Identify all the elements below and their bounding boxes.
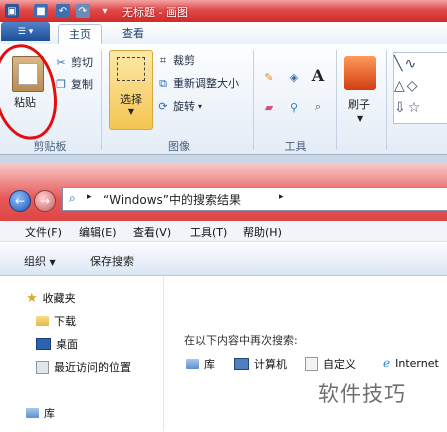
scissors-icon: ✂ bbox=[56, 56, 66, 69]
explorer-command-bar bbox=[0, 243, 447, 276]
tab-home[interactable]: 主页 bbox=[58, 24, 102, 45]
computer-icon bbox=[234, 358, 249, 370]
crop-button[interactable]: ⌗ 裁剪 bbox=[156, 52, 195, 70]
canvas-border bbox=[0, 155, 447, 163]
window-title: 无标题 - 画图 bbox=[122, 6, 188, 19]
tab-view[interactable]: 查看 bbox=[112, 24, 154, 43]
curve-shape-icon[interactable]: ∿ bbox=[404, 56, 418, 72]
separator bbox=[101, 50, 102, 150]
search-again-label: 在以下内容中再次搜索: bbox=[184, 334, 298, 347]
favorites-item-recent[interactable]: 最近访问的位置 bbox=[36, 359, 131, 375]
separator bbox=[336, 50, 337, 150]
brush-icon[interactable] bbox=[344, 56, 376, 90]
magnifier-icon[interactable]: ⌕ bbox=[311, 100, 325, 114]
downloads-folder-icon bbox=[36, 316, 49, 326]
arrow-shape-icon[interactable]: ⇩ bbox=[394, 100, 408, 116]
resize-icon: ⧉ bbox=[159, 77, 167, 90]
favorites-item-desktop[interactable]: 桌面 bbox=[36, 336, 78, 352]
resize-button[interactable]: ⧉ 重新调整大小 bbox=[156, 75, 239, 93]
copy-button[interactable]: ❐ 复制 bbox=[54, 76, 93, 94]
address-text: “Windows”中的搜索结果 bbox=[103, 193, 242, 207]
favorites-item[interactable]: ★ 收藏夹 bbox=[26, 290, 76, 306]
menu-file[interactable]: 文件(F) bbox=[25, 224, 62, 240]
chevron-right-icon[interactable]: ▸ bbox=[87, 192, 92, 202]
separator bbox=[253, 50, 254, 150]
customize-qat-icon[interactable]: ▾ bbox=[98, 4, 112, 18]
search-location-computer[interactable]: 计算机 bbox=[234, 356, 287, 372]
paint-menu-button[interactable]: ☰ ▾ bbox=[1, 22, 50, 41]
back-button[interactable]: ← bbox=[9, 190, 31, 212]
text-tool-icon[interactable]: A bbox=[311, 66, 325, 85]
clipboard-group-label: 剪贴板 bbox=[33, 140, 67, 153]
cut-button[interactable]: ✂ 剪切 bbox=[54, 54, 93, 72]
library-item[interactable]: 库 bbox=[26, 405, 55, 421]
triangle-shape-icon[interactable]: △ bbox=[394, 78, 407, 94]
paint-title-bar: ▣ ■ ↶ ↷ ▾ 无标题 - 画图 bbox=[0, 0, 447, 22]
pencil-icon[interactable]: ✎ bbox=[262, 70, 276, 84]
rotate-icon: ⟳ bbox=[158, 100, 168, 113]
navigation-pane bbox=[0, 276, 164, 431]
fill-icon[interactable]: ◈ bbox=[287, 70, 301, 84]
library-icon bbox=[26, 408, 39, 418]
app-icon[interactable]: ▣ bbox=[5, 4, 19, 18]
ribbon: 粘贴 ✂ 剪切 ❐ 复制 剪贴板 选择 ▼ ⌗ 裁剪 ⧉ 重新调整大小 ⟳ 旋转… bbox=[0, 44, 447, 155]
color-picker-icon[interactable]: ⚲ bbox=[287, 100, 301, 114]
menu-help[interactable]: 帮助(H) bbox=[243, 224, 282, 240]
menu-tools[interactable]: 工具(T) bbox=[190, 224, 227, 240]
favorites-item-downloads[interactable]: 下载 bbox=[36, 313, 76, 329]
search-location-internet[interactable]: ℯ Internet bbox=[383, 356, 439, 370]
brushes-dropdown-icon[interactable]: ▼ bbox=[357, 114, 363, 123]
separator bbox=[386, 50, 387, 150]
select-button[interactable]: 选择 ▼ bbox=[109, 50, 153, 130]
custom-folder-icon bbox=[305, 357, 318, 371]
save-search-button[interactable]: 保存搜索 bbox=[90, 253, 134, 269]
shapes-gallery[interactable]: ╲∿ △◇ ⇩☆ bbox=[393, 52, 447, 124]
desktop-icon bbox=[36, 338, 51, 350]
crop-icon: ⌗ bbox=[159, 54, 167, 67]
line-shape-icon[interactable]: ╲ bbox=[394, 56, 404, 72]
address-bar[interactable]: ⌕ ▸ “Windows”中的搜索结果 ▸ bbox=[62, 187, 447, 211]
save-icon[interactable]: ■ bbox=[34, 4, 48, 18]
search-location-libraries[interactable]: 库 bbox=[186, 356, 215, 372]
star-shape-icon[interactable]: ☆ bbox=[408, 100, 423, 116]
star-icon: ★ bbox=[26, 290, 38, 306]
menu-edit[interactable]: 编辑(E) bbox=[79, 224, 117, 240]
brushes-button[interactable]: 刷子 bbox=[348, 96, 370, 112]
diamond-shape-icon[interactable]: ◇ bbox=[407, 78, 420, 94]
tools-group-label: 工具 bbox=[284, 140, 307, 153]
search-location-custom[interactable]: 自定义 bbox=[305, 356, 356, 372]
forward-button[interactable]: → bbox=[34, 190, 56, 212]
internet-icon: ℯ bbox=[383, 356, 391, 370]
redo-icon[interactable]: ↷ bbox=[76, 4, 90, 18]
eraser-icon[interactable]: ▰ bbox=[262, 100, 276, 114]
chevron-right-icon[interactable]: ▸ bbox=[279, 192, 284, 202]
rotate-button[interactable]: ⟳ 旋转 ▾ bbox=[156, 98, 202, 116]
recent-places-icon bbox=[36, 360, 49, 374]
library-icon bbox=[186, 359, 199, 369]
menu-view[interactable]: 查看(V) bbox=[133, 224, 171, 240]
image-group-label: 图像 bbox=[168, 140, 190, 153]
organize-button[interactable]: 组织 ▼ bbox=[24, 253, 56, 269]
watermark-text: 软件技巧 bbox=[318, 382, 406, 406]
undo-icon[interactable]: ↶ bbox=[56, 4, 70, 18]
search-icon: ⌕ bbox=[69, 191, 76, 205]
